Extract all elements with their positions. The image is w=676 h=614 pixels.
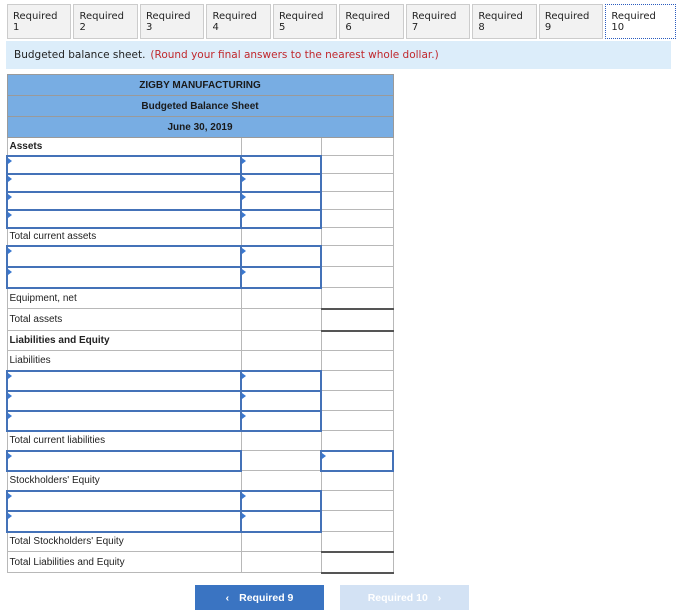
equity-label-input[interactable] [6,489,242,512]
liabilities-equity-heading: Liabilities and Equity [6,330,242,351]
liability-label-input[interactable] [6,409,242,432]
equity-amount-input[interactable] [240,509,322,533]
asset-label-input[interactable] [6,154,242,175]
instruction-text: Budgeted balance sheet. [14,49,146,61]
total-stockholders-equity-label: Total Stockholders' Equity [6,531,242,552]
tab-required-4[interactable]: Required 4 [206,4,271,39]
tab-required-9[interactable]: Required 9 [538,4,604,39]
tab-bar: Required 1 Required 2 Required 3 Require… [7,4,676,39]
instruction-bar: Budgeted balance sheet. (Round your fina… [6,41,671,69]
stockholders-equity-heading: Stockholders' Equity [6,470,242,491]
asset-label-input[interactable] [6,190,242,211]
asset-amount-input[interactable] [240,154,322,175]
liability-label-input[interactable] [6,389,242,412]
liabilities-heading: Liabilities [6,350,242,371]
equity-label-input[interactable] [6,509,242,533]
tab-required-7[interactable]: Required 7 [405,4,471,39]
total-liabilities-equity-label: Total Liabilities and Equity [6,551,242,573]
chevron-right-icon: › [437,591,442,604]
total-assets-label: Total assets [6,308,242,331]
total-current-liabilities-label: Total current liabilities [6,430,242,451]
asset-amount-input[interactable] [240,244,322,268]
tab-required-2[interactable]: Required 2 [73,4,138,39]
tab-required-8[interactable]: Required 8 [472,4,537,39]
balance-sheet-table: ZIGBY MANUFACTURING Budgeted Balance She… [6,74,394,574]
company-name: ZIGBY MANUFACTURING [6,74,394,96]
liability-amount-input[interactable] [240,389,322,412]
sheet-title: Budgeted Balance Sheet [6,95,394,117]
asset-amount-input[interactable] [240,190,322,211]
liability-amount-input[interactable] [240,409,322,432]
liability-amount-input[interactable] [240,369,322,392]
asset-label-input[interactable] [6,265,242,289]
prev-button-label: Required 9 [239,591,294,604]
next-required-10-button[interactable]: Required 10 › [340,585,469,610]
next-button-label: Required 10 [367,591,428,604]
liability-label-input[interactable] [6,449,242,472]
sheet-date: June 30, 2019 [6,116,394,138]
instruction-note: (Round your final answers to the nearest… [150,49,439,61]
asset-label-input[interactable] [6,244,242,268]
asset-amount-input[interactable] [240,265,322,289]
tab-required-3[interactable]: Required 3 [139,4,205,39]
tab-required-5[interactable]: Required 5 [272,4,338,39]
equity-amount-input[interactable] [240,489,322,512]
asset-amount-input[interactable] [240,172,322,193]
tab-required-10[interactable]: Required 10 [605,4,676,39]
tab-required-1[interactable]: Required 1 [7,4,72,39]
liability-total-input[interactable] [320,449,394,472]
asset-label-input[interactable] [6,172,242,193]
prev-required-9-button[interactable]: ‹ Required 9 [195,585,324,610]
asset-amount-input[interactable] [240,208,322,229]
total-current-assets-label: Total current assets [6,227,242,246]
assets-heading: Assets [6,137,242,156]
tab-required-6[interactable]: Required 6 [339,4,404,39]
equipment-net-label: Equipment, net [6,287,242,309]
liability-label-input[interactable] [6,369,242,392]
asset-label-input[interactable] [6,208,242,229]
chevron-left-icon: ‹ [225,591,230,604]
